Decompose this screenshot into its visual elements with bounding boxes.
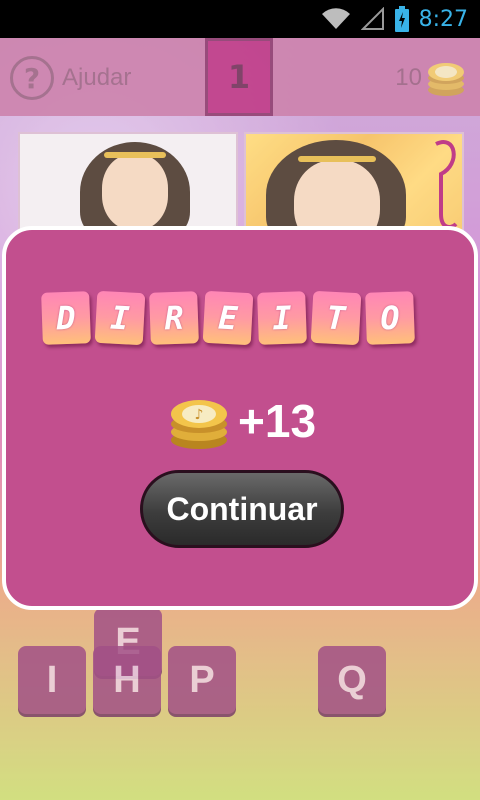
answer-letter-tile: R (149, 291, 199, 345)
battery-charging-icon (394, 6, 409, 32)
answer-letter-tile: D (41, 291, 91, 345)
answer-word: D I R E I T O (41, 290, 415, 346)
answer-letter-tile: O (365, 291, 415, 345)
continue-button[interactable]: Continuar (140, 470, 344, 548)
reward-amount: +13 (238, 395, 317, 447)
answer-letter-tile: E (202, 290, 254, 346)
answer-letter-tile: I (94, 290, 146, 346)
status-bar: 8:27 (0, 0, 480, 38)
answer-letter-tile: T (310, 290, 362, 346)
wifi-icon (321, 7, 351, 31)
status-time: 8:27 (418, 6, 468, 32)
coin-reward: ♪ +13 (166, 386, 316, 456)
svg-text:♪: ♪ (195, 407, 204, 423)
level-complete-dialog: D I R E I T O ♪ +13 Continuar (2, 226, 478, 610)
coin-stack-icon: ♪ (166, 386, 232, 456)
answer-letter-tile: I (257, 291, 307, 345)
signal-icon (360, 7, 385, 31)
